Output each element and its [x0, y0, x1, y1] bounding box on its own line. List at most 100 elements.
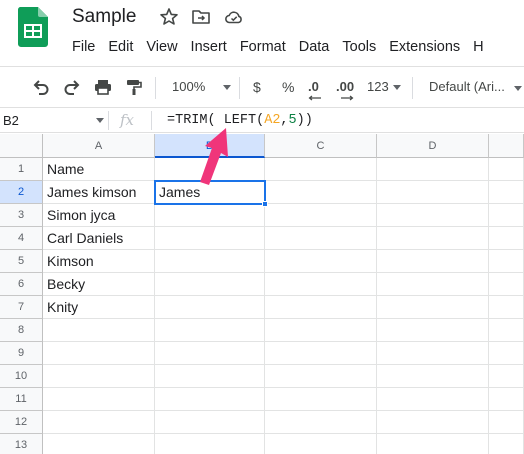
- percent-format-button[interactable]: %: [282, 79, 294, 95]
- more-formats-select[interactable]: 123: [367, 79, 401, 94]
- cell-b9[interactable]: [155, 342, 265, 365]
- cell-b7[interactable]: [155, 296, 265, 319]
- menu-view[interactable]: View: [146, 39, 177, 55]
- cell-c2[interactable]: [265, 181, 377, 204]
- menu-insert[interactable]: Insert: [191, 39, 227, 55]
- column-header-c[interactable]: C: [265, 134, 377, 158]
- cell-b11[interactable]: [155, 388, 265, 411]
- cell-c4[interactable]: [265, 227, 377, 250]
- cell-d12[interactable]: [377, 411, 489, 434]
- cell-e12[interactable]: [489, 411, 524, 434]
- cell-a12[interactable]: [43, 411, 155, 434]
- cell-e8[interactable]: [489, 319, 524, 342]
- menu-edit[interactable]: Edit: [108, 39, 133, 55]
- formula-input[interactable]: =TRIM( LEFT(A2,5)): [167, 113, 313, 128]
- cell-e11[interactable]: [489, 388, 524, 411]
- cell-b5[interactable]: [155, 250, 265, 273]
- row-header-7[interactable]: 7: [0, 296, 43, 319]
- undo-icon[interactable]: [31, 77, 51, 97]
- cell-b8[interactable]: [155, 319, 265, 342]
- name-box-caret-icon[interactable]: [96, 118, 104, 123]
- cell-c6[interactable]: [265, 273, 377, 296]
- paint-format-icon[interactable]: [124, 77, 144, 97]
- menu-help[interactable]: H: [473, 39, 483, 55]
- row-header-1[interactable]: 1: [0, 158, 43, 181]
- cell-e10[interactable]: [489, 365, 524, 388]
- column-header-partial[interactable]: [489, 134, 524, 158]
- row-header-9[interactable]: 9: [0, 342, 43, 365]
- cloud-saved-icon[interactable]: [224, 7, 244, 27]
- cell-d8[interactable]: [377, 319, 489, 342]
- cell-d4[interactable]: [377, 227, 489, 250]
- row-header-10[interactable]: 10: [0, 365, 43, 388]
- cell-a8[interactable]: [43, 319, 155, 342]
- cell-d6[interactable]: [377, 273, 489, 296]
- cell-c12[interactable]: [265, 411, 377, 434]
- cell-a6[interactable]: Becky: [43, 273, 155, 296]
- cell-d9[interactable]: [377, 342, 489, 365]
- redo-icon[interactable]: [62, 77, 82, 97]
- column-header-d[interactable]: D: [377, 134, 489, 158]
- cell-b12[interactable]: [155, 411, 265, 434]
- cell-d11[interactable]: [377, 388, 489, 411]
- cell-c10[interactable]: [265, 365, 377, 388]
- cell-c8[interactable]: [265, 319, 377, 342]
- cell-c13[interactable]: [265, 434, 377, 454]
- cell-d2[interactable]: [377, 181, 489, 204]
- document-title[interactable]: Sample: [72, 6, 136, 28]
- row-header-8[interactable]: 8: [0, 319, 43, 342]
- cell-e13[interactable]: [489, 434, 524, 454]
- currency-format-button[interactable]: $: [253, 79, 261, 95]
- cell-a11[interactable]: [43, 388, 155, 411]
- row-header-6[interactable]: 6: [0, 273, 43, 296]
- font-family-caret-icon[interactable]: [514, 86, 522, 91]
- cell-a7[interactable]: Knity: [43, 296, 155, 319]
- increase-decimal-button[interactable]: .00: [336, 79, 354, 94]
- cell-d5[interactable]: [377, 250, 489, 273]
- cell-e4[interactable]: [489, 227, 524, 250]
- cell-e9[interactable]: [489, 342, 524, 365]
- cell-c9[interactable]: [265, 342, 377, 365]
- fill-handle[interactable]: [262, 201, 268, 207]
- column-header-a[interactable]: A: [43, 134, 155, 158]
- cell-a9[interactable]: [43, 342, 155, 365]
- select-all-corner[interactable]: [0, 134, 43, 158]
- print-icon[interactable]: [93, 77, 113, 97]
- menu-extensions[interactable]: Extensions: [389, 39, 460, 55]
- cell-e6[interactable]: [489, 273, 524, 296]
- row-header-4[interactable]: 4: [0, 227, 43, 250]
- cell-d13[interactable]: [377, 434, 489, 454]
- cell-c5[interactable]: [265, 250, 377, 273]
- row-header-3[interactable]: 3: [0, 204, 43, 227]
- cell-c7[interactable]: [265, 296, 377, 319]
- row-header-11[interactable]: 11: [0, 388, 43, 411]
- cell-d10[interactable]: [377, 365, 489, 388]
- cell-b6[interactable]: [155, 273, 265, 296]
- cell-c1[interactable]: [265, 158, 377, 181]
- cell-d1[interactable]: [377, 158, 489, 181]
- menu-data[interactable]: Data: [299, 39, 330, 55]
- cell-b4[interactable]: [155, 227, 265, 250]
- cell-b2[interactable]: James: [155, 181, 265, 204]
- cell-d3[interactable]: [377, 204, 489, 227]
- cell-a13[interactable]: [43, 434, 155, 454]
- cell-e5[interactable]: [489, 250, 524, 273]
- decrease-decimal-button[interactable]: .0: [308, 79, 319, 94]
- cell-a3[interactable]: Simon jyca: [43, 204, 155, 227]
- cell-c3[interactable]: [265, 204, 377, 227]
- cell-a2[interactable]: James kimson: [43, 181, 155, 204]
- menu-format[interactable]: Format: [240, 39, 286, 55]
- cell-e2[interactable]: [489, 181, 524, 204]
- row-header-2[interactable]: 2: [0, 181, 43, 204]
- menu-file[interactable]: File: [72, 39, 95, 55]
- cell-b3[interactable]: [155, 204, 265, 227]
- row-header-12[interactable]: 12: [0, 411, 43, 434]
- menu-tools[interactable]: Tools: [342, 39, 376, 55]
- zoom-select[interactable]: 100%: [172, 79, 232, 94]
- star-icon[interactable]: [159, 7, 179, 27]
- cell-e7[interactable]: [489, 296, 524, 319]
- column-header-b[interactable]: B: [155, 134, 265, 158]
- row-header-5[interactable]: 5: [0, 250, 43, 273]
- cell-e1[interactable]: [489, 158, 524, 181]
- cell-a4[interactable]: Carl Daniels: [43, 227, 155, 250]
